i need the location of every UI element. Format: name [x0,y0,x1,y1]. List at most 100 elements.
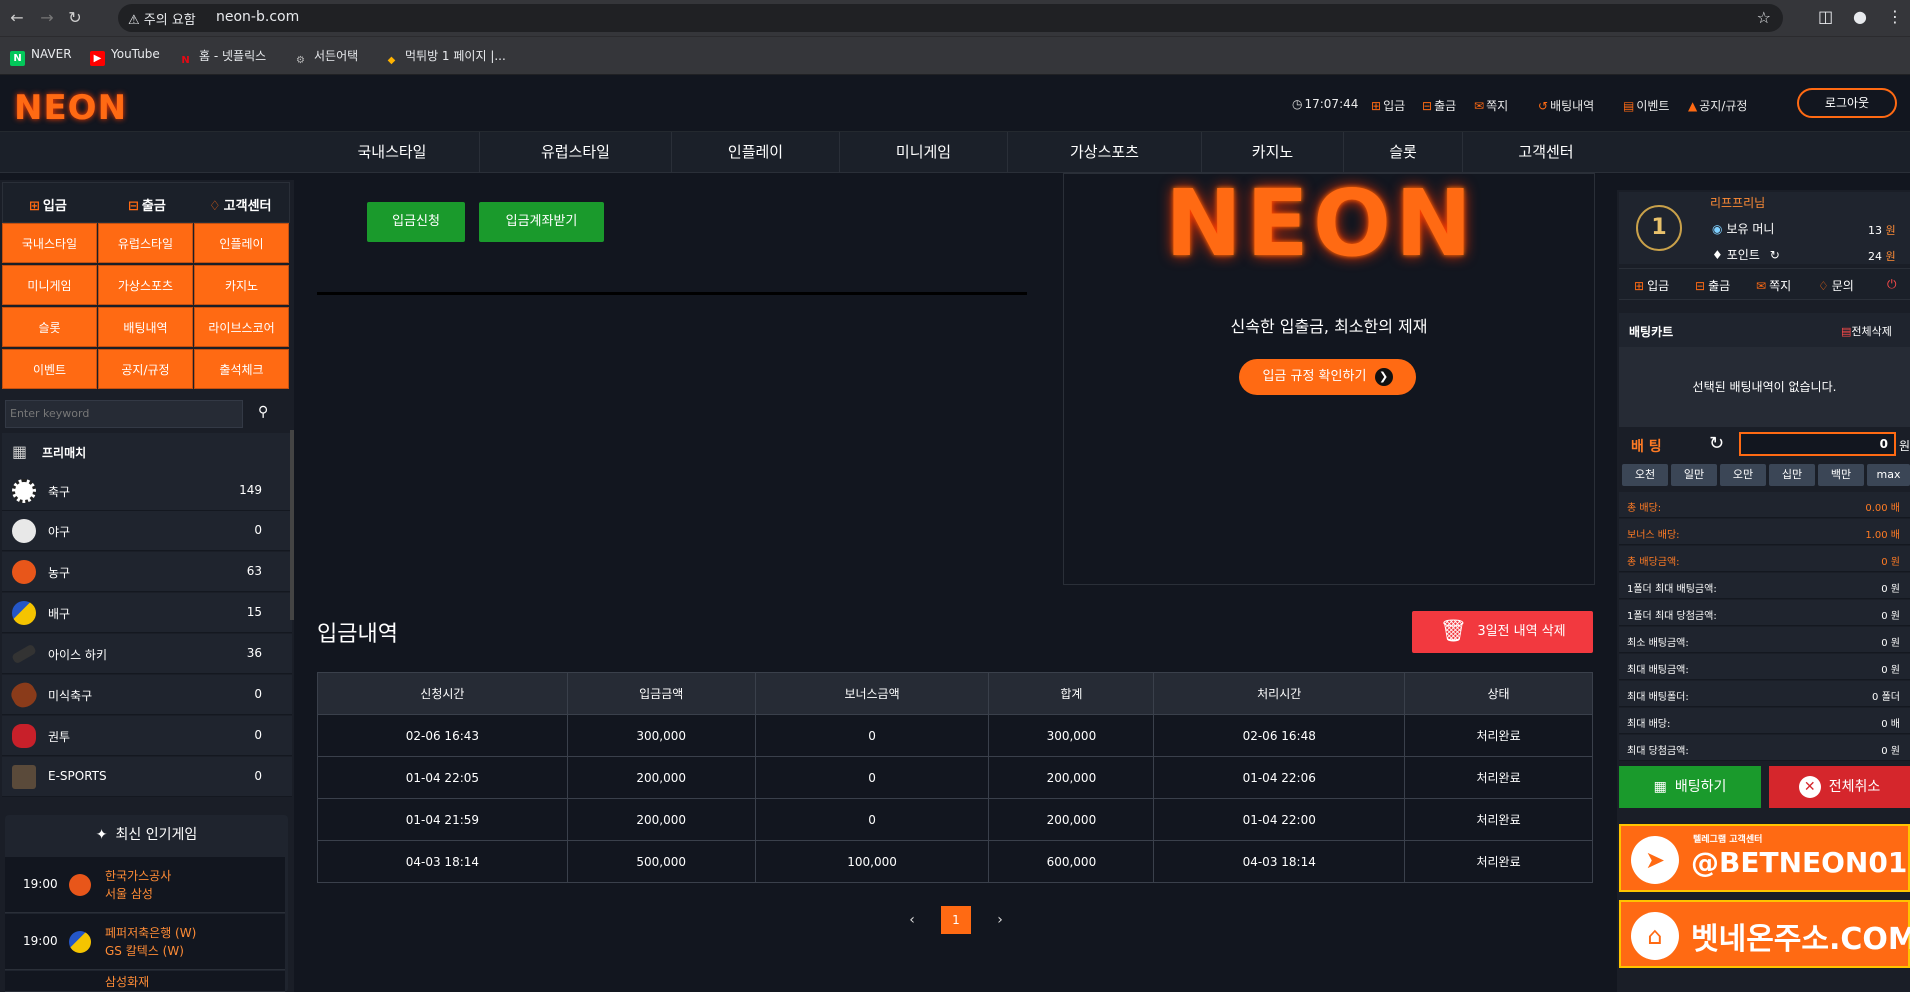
user-withdraw[interactable]: ⊟ 출금 [1695,277,1730,294]
grid-inplay[interactable]: 인플레이 [194,223,289,263]
grid-attendance[interactable]: 출석체크 [194,349,289,389]
cancel-all-button[interactable]: ✕ 전체취소 [1769,766,1910,808]
profile-icon[interactable]: ● [1853,7,1867,26]
header-link-withdraw[interactable]: ⊟ 출금 [1422,97,1456,114]
sport-row-volleyball[interactable]: 배구 15 [2,593,292,633]
home-icon: ⌂ [1631,912,1679,960]
popular-game-item[interactable]: 19:00 한국가스공사 서울 삼성 [5,857,285,913]
nav-domestic[interactable]: 국내스타일 [305,132,480,173]
grid-europe[interactable]: 유럽스타일 [98,223,193,263]
nav-virtual[interactable]: 가상스포츠 [1008,132,1202,173]
nav-slot[interactable]: 슬롯 [1344,132,1463,173]
sport-row-football[interactable]: 미식축구 0 [2,675,292,715]
page-current[interactable]: 1 [941,906,971,934]
chip-max[interactable]: max [1867,464,1910,486]
table-cell: 02-06 16:43 [317,714,568,757]
nav-inplay[interactable]: 인플레이 [672,132,840,173]
search-icon[interactable]: ⚲ [258,404,268,420]
deposit-rules-button[interactable]: 입금 규정 확인하기 ❯ [1239,359,1416,395]
grid-event[interactable]: 이벤트 [2,349,97,389]
money-label-text: 보유 머니 [1726,222,1775,236]
grid-domestic[interactable]: 국내스타일 [2,223,97,263]
user-inquiry[interactable]: ♢ 문의 [1818,277,1854,294]
back-icon[interactable]: ← [6,7,28,29]
header-link-deposit[interactable]: ⊞ 입금 [1371,97,1405,114]
logout-button[interactable]: 로그아웃 [1797,88,1897,118]
address-banner[interactable]: ⌂ 벳네온주소.COM [1619,900,1910,968]
delete-history-button[interactable]: 🗑 3일전 내역 삭제 [1412,611,1593,653]
prematch-header[interactable]: ▦ 프리매치 [2,433,292,471]
chip-100000[interactable]: 십만 [1769,464,1815,486]
refresh-point-icon[interactable]: ↻ [1770,248,1780,262]
security-warning[interactable]: ⚠ 주의 요함 [128,9,196,28]
sport-row-soccer[interactable]: 축구 149 [2,471,292,511]
bookmark-star-icon[interactable]: ☆ [1757,8,1771,27]
grid-livescore[interactable]: 라이브스코어 [194,307,289,347]
forward-icon[interactable]: → [36,7,58,29]
bookmark-sudden[interactable]: ⚙ 서든어택 [293,47,358,68]
bookmark-mukbang[interactable]: ◆ 먹튀방 1 페이지 |... [384,47,506,68]
table-cell: 처리완료 [1404,714,1593,757]
menu-icon[interactable]: ⋮ [1887,7,1903,26]
grid-notice[interactable]: 공지/규정 [98,349,193,389]
user-message[interactable]: ✉ 쪽지 [1756,277,1791,294]
header-link-event[interactable]: ▤ 이벤트 [1623,97,1669,114]
nav-support[interactable]: 고객센터 [1463,132,1629,173]
trophy-icon: ✦ [95,827,108,843]
bell-icon: ▲ [1688,99,1698,113]
bet-amount-input[interactable]: 0 [1739,432,1896,456]
table-cell: 처리완료 [1404,756,1593,799]
chip-10000[interactable]: 일만 [1671,464,1717,486]
grid-casino[interactable]: 카지노 [194,265,289,305]
next-page-icon[interactable]: › [985,906,1015,934]
grid-minigame[interactable]: 미니게임 [2,265,97,305]
user-action-label: 출금 [1708,279,1731,293]
user-deposit[interactable]: ⊞ 입금 [1634,277,1669,294]
reload-icon[interactable]: ↻ [64,7,86,29]
site-logo[interactable]: NEON [14,88,127,128]
url-text[interactable]: neon-b.com [216,9,299,25]
column-header: 상태 [1404,672,1593,715]
sport-row-basketball[interactable]: 농구 63 [2,552,292,592]
bookmark-youtube[interactable]: ▶ YouTube [90,47,160,66]
money-amount: 13 [1868,224,1882,237]
quick-deposit[interactable]: ⊞ 입금 [29,195,67,214]
bookmark-netflix[interactable]: N 홈 - 넷플릭스 [178,47,266,68]
table-cell: 200,000 [988,798,1155,841]
sport-row-baseball[interactable]: 야구 0 [2,511,292,551]
prev-page-icon[interactable]: ‹ [897,906,927,934]
nav-europe[interactable]: 유럽스타일 [480,132,672,173]
sport-row-boxing[interactable]: 권투 0 [2,716,292,756]
address-bar[interactable]: ⚠ 주의 요함 neon-b.com ☆ [118,4,1783,32]
grid-virtual[interactable]: 가상스포츠 [98,265,193,305]
power-icon[interactable]: ⏻ [1887,277,1897,292]
sidebar-scrollbar[interactable] [290,430,294,620]
grid-slot[interactable]: 슬롯 [2,307,97,347]
bookmark-naver[interactable]: N NAVER [10,47,72,66]
sidebar-icon[interactable]: ◫ [1818,7,1833,26]
search-input[interactable]: Enter keyword [5,400,243,428]
sport-row-esports[interactable]: E-SPORTS 0 [2,757,292,797]
nav-casino[interactable]: 카지노 [1202,132,1344,173]
popular-game-item[interactable]: 삼성화재 [5,971,285,992]
chip-1000000[interactable]: 백만 [1818,464,1864,486]
popular-game-item[interactable]: 19:00 페퍼저축은행 (W) GS 칼텍스 (W) [5,914,285,970]
place-bet-button[interactable]: ▦ 배팅하기 [1619,766,1761,808]
nav-minigame[interactable]: 미니게임 [840,132,1008,173]
sport-row-icehockey[interactable]: 아이스 하키 36 [2,634,292,674]
grid-bet-history[interactable]: 배팅내역 [98,307,193,347]
quick-withdraw[interactable]: ⊟ 출금 [128,195,166,214]
get-account-button[interactable]: 입금계좌받기 [479,202,604,242]
stat-value: 0 원 [1881,584,1900,595]
clear-cart-button[interactable]: ▤전체삭제 [1841,323,1892,339]
quick-support[interactable]: ♢ 고객센터 [209,195,272,214]
chip-50000[interactable]: 오만 [1720,464,1766,486]
header-link-bet-history[interactable]: ↺ 배팅내역 [1538,97,1594,114]
deposit-apply-button[interactable]: 입금신청 [367,202,465,242]
header-link-message[interactable]: ✉ 쪽지 [1474,97,1508,114]
chip-5000[interactable]: 오천 [1622,464,1668,486]
header-link-notice[interactable]: ▲ 공지/규정 [1688,97,1747,114]
coin-icon: ◉ [1712,222,1723,236]
telegram-banner[interactable]: ➤ 텔레그램 고객센터 @BETNEON01 [1619,824,1910,892]
refresh-icon[interactable]: ↻ [1709,433,1724,454]
